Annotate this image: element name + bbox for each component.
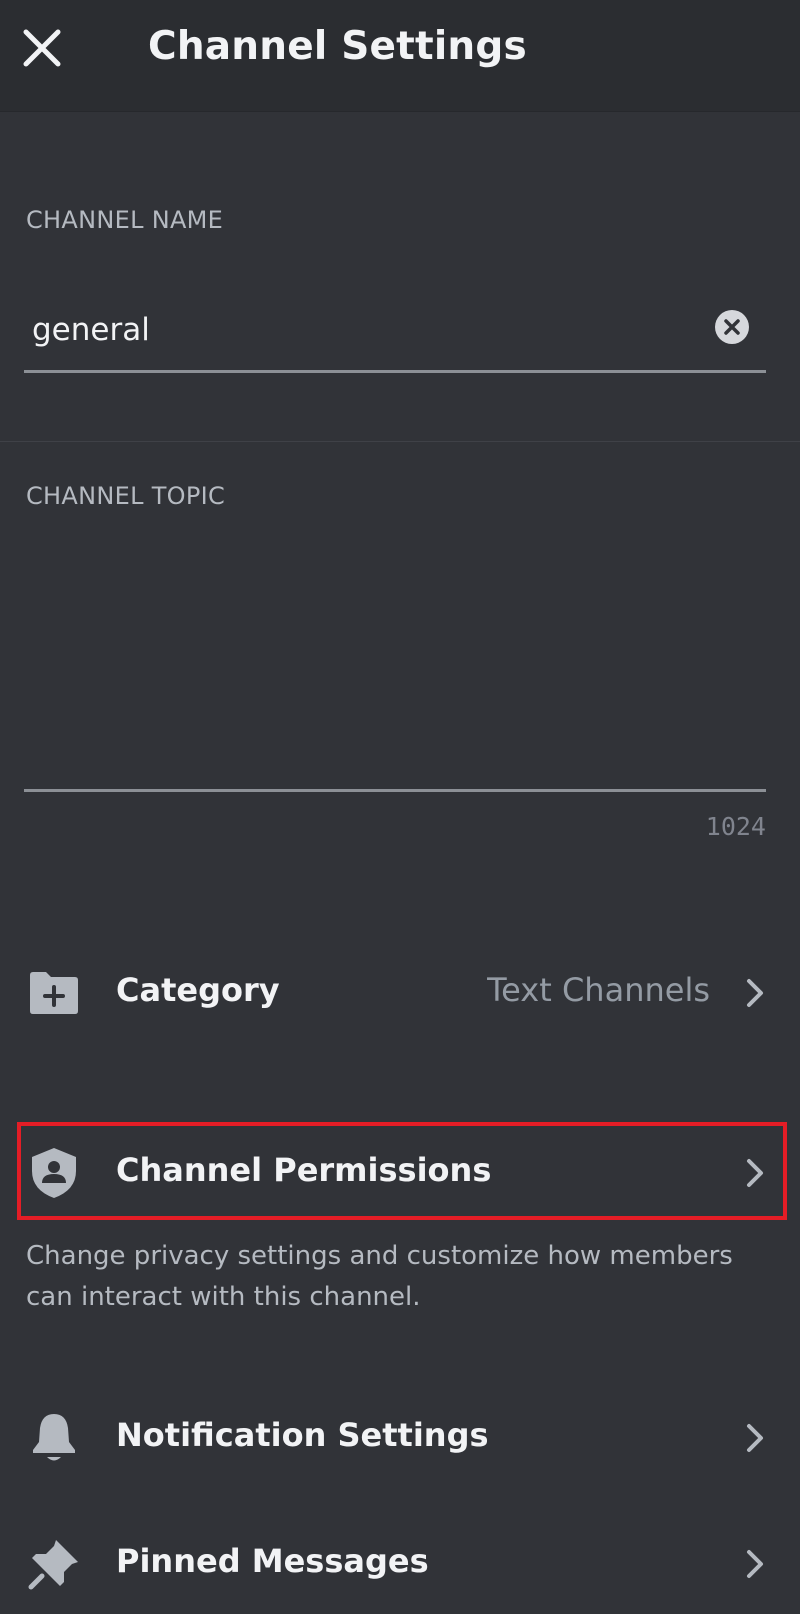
pin-icon xyxy=(28,1540,78,1590)
category-label: Category xyxy=(116,971,280,1009)
chevron-right-icon xyxy=(747,1159,763,1187)
header-bar: Channel Settings xyxy=(0,0,800,112)
bell-icon xyxy=(33,1414,75,1461)
folder-plus-icon xyxy=(30,972,78,1014)
section-divider xyxy=(0,441,800,442)
category-value: Text Channels xyxy=(487,971,710,1009)
close-button[interactable] xyxy=(20,26,64,70)
channel-permissions-row[interactable]: Channel Permissions xyxy=(0,1130,800,1216)
chevron-right-icon xyxy=(747,1550,763,1578)
channel-topic-label: CHANNEL TOPIC xyxy=(26,482,226,510)
chevron-right-icon xyxy=(747,1424,763,1452)
channel-permissions-description: Change privacy settings and customize ho… xyxy=(26,1241,733,1312)
chevron-right-icon xyxy=(747,979,763,1007)
close-icon[interactable] xyxy=(20,26,64,70)
pinned-messages-label: Pinned Messages xyxy=(116,1542,429,1580)
channel-name-label: CHANNEL NAME xyxy=(26,206,224,234)
clear-circle-x-icon[interactable] xyxy=(714,309,750,345)
notification-settings-row[interactable]: Notification Settings xyxy=(0,1400,800,1476)
channel-settings-screen: Channel Settings CHANNEL NAME CHANNEL TO… xyxy=(0,0,800,1614)
clear-name-button[interactable] xyxy=(714,309,750,345)
channel-name-input[interactable] xyxy=(32,307,682,353)
shield-user-icon xyxy=(32,1148,76,1198)
channel-topic-field[interactable] xyxy=(24,520,766,792)
page-title: Channel Settings xyxy=(148,24,527,69)
topic-char-counter: 1024 xyxy=(705,812,766,841)
category-row[interactable]: Category Text Channels xyxy=(0,958,800,1028)
channel-permissions-label: Channel Permissions xyxy=(116,1151,492,1189)
pinned-messages-row[interactable]: Pinned Messages xyxy=(0,1526,800,1602)
notification-settings-label: Notification Settings xyxy=(116,1416,489,1454)
channel-topic-input[interactable] xyxy=(24,520,766,789)
channel-name-field[interactable] xyxy=(24,295,766,373)
